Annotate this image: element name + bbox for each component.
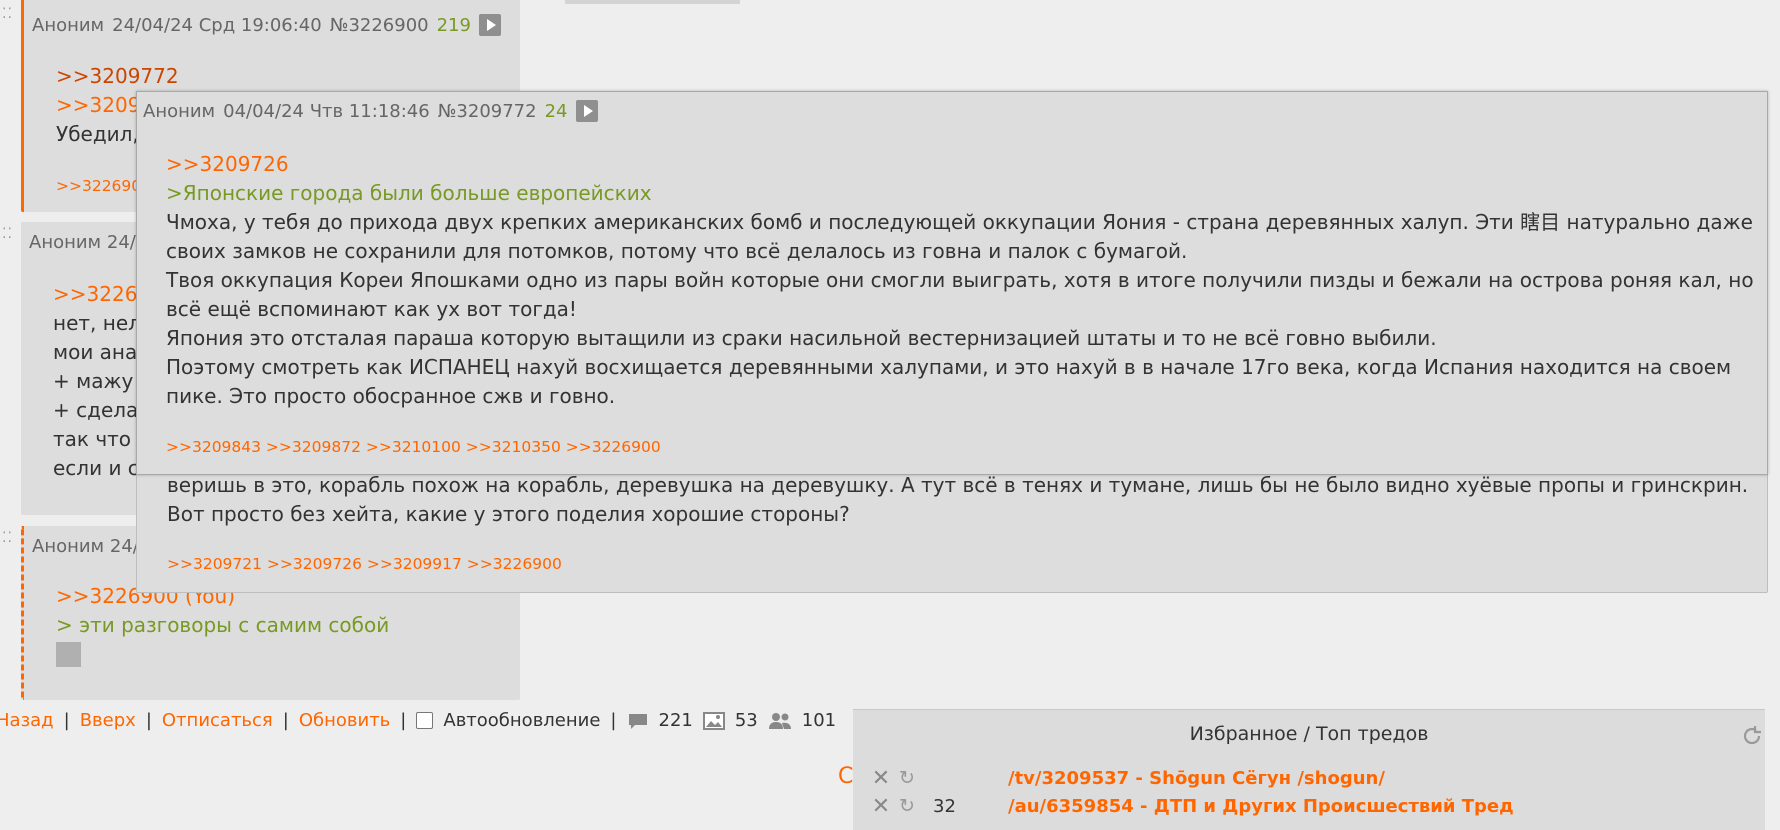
image-thumbnail[interactable] [56, 642, 81, 667]
posts-count: 221 [658, 710, 693, 731]
separator: | [282, 710, 289, 731]
post-body: >>3209726 >Японские города были больше е… [166, 150, 1754, 411]
post-body: веришь в это, корабль похож на корабль, … [167, 471, 1748, 529]
post-text: Твоя оккупация Кореи Япошками одно из па… [166, 268, 1754, 292]
greentext: >Японские города были больше европейских [166, 181, 652, 205]
reply-link[interactable]: >>3209726 [166, 150, 1754, 179]
favorites-panel: Избранное / Топ тредов ✕ ↻ /tv/3209537 -… [853, 709, 1765, 830]
greentext: > эти разговоры с самим собой [56, 613, 390, 637]
close-icon[interactable]: ✕ [869, 794, 893, 819]
post-number[interactable]: №3226900 [330, 15, 429, 36]
post-author: Аноним [32, 14, 105, 36]
separator: | [145, 710, 152, 731]
post-drag-handle[interactable]: ⁚⁚ [2, 226, 13, 242]
post-preview-popup: Аноним 04/04/24 Чтв 11:18:46 №3209772 24… [136, 91, 1768, 475]
autorefresh-checkbox[interactable] [416, 712, 434, 729]
post-text: пике. Это просто обосранное сжв и говно. [166, 384, 616, 408]
reply-link[interactable]: >>3209772 [56, 62, 179, 91]
close-icon[interactable]: ✕ [869, 766, 893, 791]
post-text: Чмоха, у тебя до прихода двух крепких ам… [166, 210, 1753, 234]
post-drag-handle[interactable]: ⁚⁚ [2, 530, 13, 546]
favorites-title[interactable]: Избранное / Топ тредов [853, 723, 1765, 745]
favorites-thread-link[interactable]: /tv/3209537 - Shōgun Сёгун /shogun/ [1008, 768, 1385, 789]
thread-nav: Назад | Вверх | Отписаться | Обновить | … [0, 710, 836, 731]
separator: | [610, 710, 617, 731]
favorites-thread-link[interactable]: /au/6359854 - ДТП и Других Происшествий … [1008, 796, 1514, 817]
refresh-icon[interactable]: ↻ [895, 795, 919, 817]
post-header: Аноним 04/04/24 Чтв 11:18:46 №3209772 24 [143, 100, 598, 122]
post-drag-handle[interactable]: ⁚⁚ [2, 6, 13, 22]
post-header: Аноним 24/ [29, 232, 136, 253]
unsubscribe-link[interactable]: Отписаться [162, 710, 273, 731]
separator: | [400, 710, 407, 731]
separator: | [63, 710, 70, 731]
users-icon [768, 712, 791, 729]
post-text: Вот просто без хейта, какие у этого поде… [167, 502, 850, 526]
post-datetime: 24/04/24 Срд 19:06:40 [112, 14, 322, 36]
post-count: 219 [436, 14, 471, 36]
favorites-item: ✕ ↻ 32 /au/6359854 - ДТП и Других Происш… [853, 793, 1514, 819]
post-replies[interactable]: >>3209721 >>3209726 >>3209917 >>3226900 [167, 555, 562, 573]
play-icon[interactable] [575, 100, 598, 122]
refresh-icon[interactable] [1741, 725, 1763, 747]
post-number[interactable]: №3209772 [438, 101, 537, 122]
favorites-item: ✕ ↻ /tv/3209537 - Shōgun Сёгун /shogun/ [853, 765, 1385, 791]
post-header: Аноним 24/04/24 Срд 19:06:40 №3226900 21… [32, 14, 501, 36]
post-count: 24 [544, 100, 568, 122]
autorefresh-label[interactable]: Автообновление [443, 710, 600, 731]
post-header: Аноним 24/ [32, 536, 139, 557]
post-author: Аноним [143, 100, 216, 122]
refresh-icon[interactable]: ↻ [895, 767, 919, 789]
post-text: Поэтому смотреть как ИСПАНЕЦ нахуй восхи… [166, 355, 1732, 379]
users-count: 101 [801, 710, 837, 731]
top-scroll-thumb[interactable] [565, 0, 740, 4]
post-text: всё ещё вспоминают как ух вот тогда! [166, 297, 577, 321]
back-link[interactable]: Назад [0, 710, 54, 731]
post-text: своих замков не сохранили для потомков, … [166, 239, 1188, 263]
post-text: веришь в это, корабль похож на корабль, … [167, 473, 1749, 497]
up-link[interactable]: Вверх [80, 710, 136, 731]
play-icon[interactable] [478, 14, 501, 36]
post-text: Япония это отсталая параша которую вытащ… [166, 326, 1437, 350]
images-count: 53 [734, 710, 758, 731]
comment-icon [628, 713, 647, 729]
post-replies[interactable]: >>3209843 >>3209872 >>3210100 >>3210350 … [166, 438, 661, 456]
refresh-link[interactable]: Обновить [299, 710, 390, 731]
favorites-count: 32 [933, 795, 956, 817]
post-datetime: 04/04/24 Чтв 11:18:46 [223, 100, 430, 122]
image-icon [702, 711, 725, 730]
stray-glyph: С [838, 764, 854, 789]
